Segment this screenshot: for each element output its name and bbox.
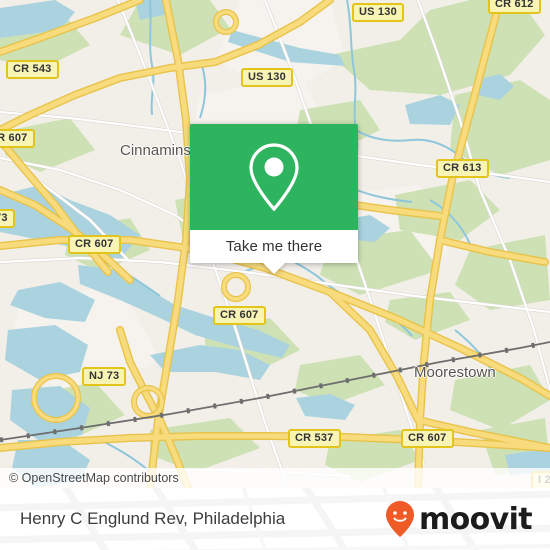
moovit-logo[interactable]: moovit bbox=[385, 488, 533, 550]
road-shield-cr-607-center: CR 607 bbox=[213, 306, 266, 325]
road-shield-us-130-top: US 130 bbox=[352, 3, 404, 22]
road-shield-cr-543: CR 543 bbox=[6, 60, 59, 79]
location-title: Henry C Englund Rev, Philadelphia bbox=[20, 509, 286, 528]
road-shield-cr-613: CR 613 bbox=[436, 159, 489, 178]
road-shield-cr-612-top: CR 612 bbox=[488, 0, 541, 14]
road-shield-nj-73-partial: 73 bbox=[0, 209, 15, 228]
moovit-wordmark: moovit bbox=[418, 501, 533, 537]
road-shield-cr-537: CR 537 bbox=[288, 429, 341, 448]
road-shield-us-130-left: US 130 bbox=[241, 68, 293, 87]
bottom-info-bar: Henry C Englund Rev, Philadelphia moovit bbox=[0, 488, 550, 550]
road-shield-cr-607-upper-left: CR 607 bbox=[0, 129, 35, 148]
road-shield-cr-607-left: CR 607 bbox=[68, 235, 121, 254]
popup-header bbox=[190, 124, 358, 230]
road-shield-cr-607-bottom: CR 607 bbox=[401, 429, 454, 448]
take-me-there-label: Take me there bbox=[225, 238, 323, 255]
location-popup-card[interactable]: Take me there bbox=[190, 124, 358, 274]
road-shield-nj-73: NJ 73 bbox=[82, 367, 127, 386]
place-label-moorestown: Moorestown bbox=[414, 364, 496, 381]
map-pin-icon bbox=[249, 143, 299, 212]
take-me-there-button[interactable]: Take me there bbox=[190, 230, 358, 274]
popup-pointer bbox=[263, 263, 285, 274]
map-screenshot: Cinnaminson Moorestown CR 543 US 130 US … bbox=[0, 0, 550, 550]
moovit-pin-icon bbox=[385, 501, 414, 537]
map-attribution[interactable]: © OpenStreetMap contributors bbox=[0, 468, 550, 488]
